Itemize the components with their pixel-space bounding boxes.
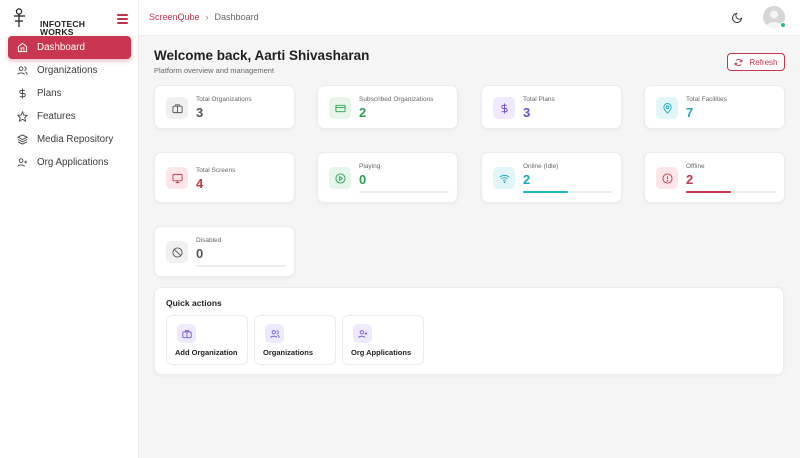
- quick-action-organizations[interactable]: Organizations: [254, 315, 336, 365]
- stat-card-online-idle: Online (Idle) 2: [481, 152, 622, 203]
- quick-action-label: Add Organization: [175, 348, 238, 357]
- sidebar-nav: Dashboard Organizations Plans Features M…: [8, 36, 131, 174]
- users-icon: [16, 65, 28, 77]
- dollar-icon: [493, 97, 515, 119]
- stat-label: Online (Idle): [523, 163, 559, 170]
- stat-card-total-organizations: Total Organizations 3: [154, 85, 295, 129]
- quick-action-label: Org Applications: [351, 348, 412, 357]
- stat-label: Playing: [359, 163, 381, 170]
- top-bar: ScreenQube › Dashboard: [139, 0, 800, 36]
- stat-card-playing: Playing 0: [317, 152, 458, 203]
- progress-fill: [523, 191, 568, 193]
- quick-action-add-organization[interactable]: Add Organization: [166, 315, 248, 365]
- refresh-icon: [735, 58, 743, 66]
- sidebar-item-label: Features: [37, 111, 76, 122]
- quick-action-label: Organizations: [263, 348, 314, 357]
- sidebar-item-features[interactable]: Features: [8, 105, 131, 128]
- user-plus-icon: [16, 157, 28, 169]
- page-title: Welcome back, Aarti Shivasharan: [154, 48, 370, 63]
- stat-label: Total Organizations: [196, 96, 252, 103]
- page-subtitle: Platform overview and management: [154, 66, 275, 75]
- sidebar-item-label: Organizations: [37, 65, 98, 76]
- stat-value: 0: [359, 172, 367, 187]
- refresh-button[interactable]: Refresh: [727, 53, 785, 71]
- briefcase-icon: [177, 324, 196, 343]
- chevron-right-icon: ›: [205, 12, 209, 22]
- stat-label: Subscribed Organizations: [359, 96, 434, 103]
- stat-value: 4: [196, 176, 204, 191]
- breadcrumb: ScreenQube › Dashboard: [149, 12, 259, 22]
- stat-value: 2: [686, 172, 694, 187]
- progress-bar: [359, 191, 449, 193]
- sidebar-item-label: Org Applications: [37, 157, 109, 168]
- stat-label: Disabled: [196, 237, 222, 244]
- wifi-icon: [493, 167, 515, 189]
- stat-card-subscribed-organizations: Subscribed Organizations 2: [317, 85, 458, 129]
- stat-card-total-screens: Total Screens 4: [154, 152, 295, 203]
- stat-value: 0: [196, 246, 204, 261]
- stat-value: 2: [359, 105, 367, 120]
- quick-action-org-applications[interactable]: Org Applications: [342, 315, 424, 365]
- progress-bar: [196, 265, 286, 267]
- sidebar-item-media-repository[interactable]: Media Repository: [8, 128, 131, 151]
- star-icon: [16, 111, 28, 123]
- stat-value: 3: [196, 105, 204, 120]
- play-circle-icon: [329, 167, 351, 189]
- sidebar-item-label: Media Repository: [37, 134, 114, 145]
- dollar-icon: [16, 88, 28, 100]
- stat-label: Total Facilities: [686, 96, 727, 103]
- alert-circle-icon: [656, 167, 678, 189]
- quick-actions-title: Quick actions: [166, 298, 222, 308]
- users-icon: [265, 324, 284, 343]
- progress-bar: [686, 191, 776, 193]
- online-status-dot: [780, 22, 786, 28]
- sidebar-item-org-applications[interactable]: Org Applications: [8, 151, 131, 174]
- brand-line2: WORKS: [40, 27, 74, 37]
- sidebar-item-dashboard[interactable]: Dashboard: [8, 36, 131, 59]
- sidebar-item-label: Dashboard: [37, 42, 85, 53]
- credit-card-icon: [329, 97, 351, 119]
- brand-logo: INFOTECH WORKS: [13, 8, 85, 36]
- refresh-label: Refresh: [749, 57, 778, 67]
- sidebar-item-plans[interactable]: Plans: [8, 82, 131, 105]
- stat-label: Offline: [686, 163, 705, 170]
- stat-card-disabled: Disabled 0: [154, 226, 295, 277]
- quick-actions-panel: Quick actions Add Organization Organizat…: [154, 287, 784, 375]
- user-plus-icon: [353, 324, 372, 343]
- sidebar-item-label: Plans: [37, 88, 62, 99]
- logo-mark-icon: [14, 8, 25, 27]
- stat-value: 2: [523, 172, 531, 187]
- stat-card-offline: Offline 2: [644, 152, 785, 203]
- progress-fill: [686, 191, 731, 193]
- monitor-icon: [166, 167, 188, 189]
- breadcrumb-root[interactable]: ScreenQube: [149, 12, 200, 22]
- stat-card-total-facilities: Total Facilities 7: [644, 85, 785, 129]
- stat-value: 7: [686, 105, 694, 120]
- stat-label: Total Screens: [196, 167, 236, 174]
- sidebar: INFOTECH WORKS Dashboard Organizations P…: [0, 0, 139, 458]
- layers-icon: [16, 134, 28, 146]
- stat-card-total-plans: Total Plans 3: [481, 85, 622, 129]
- stat-value: 3: [523, 105, 531, 120]
- stat-label: Total Plans: [523, 96, 555, 103]
- sidebar-item-organizations[interactable]: Organizations: [8, 59, 131, 82]
- home-icon: [16, 42, 28, 54]
- progress-bar: [523, 191, 613, 193]
- theme-toggle-moon-icon[interactable]: [731, 11, 743, 23]
- briefcase-icon: [166, 97, 188, 119]
- map-pin-icon: [656, 97, 678, 119]
- menu-toggle-icon[interactable]: [117, 14, 128, 24]
- ban-icon: [166, 241, 188, 263]
- breadcrumb-current: Dashboard: [214, 12, 259, 22]
